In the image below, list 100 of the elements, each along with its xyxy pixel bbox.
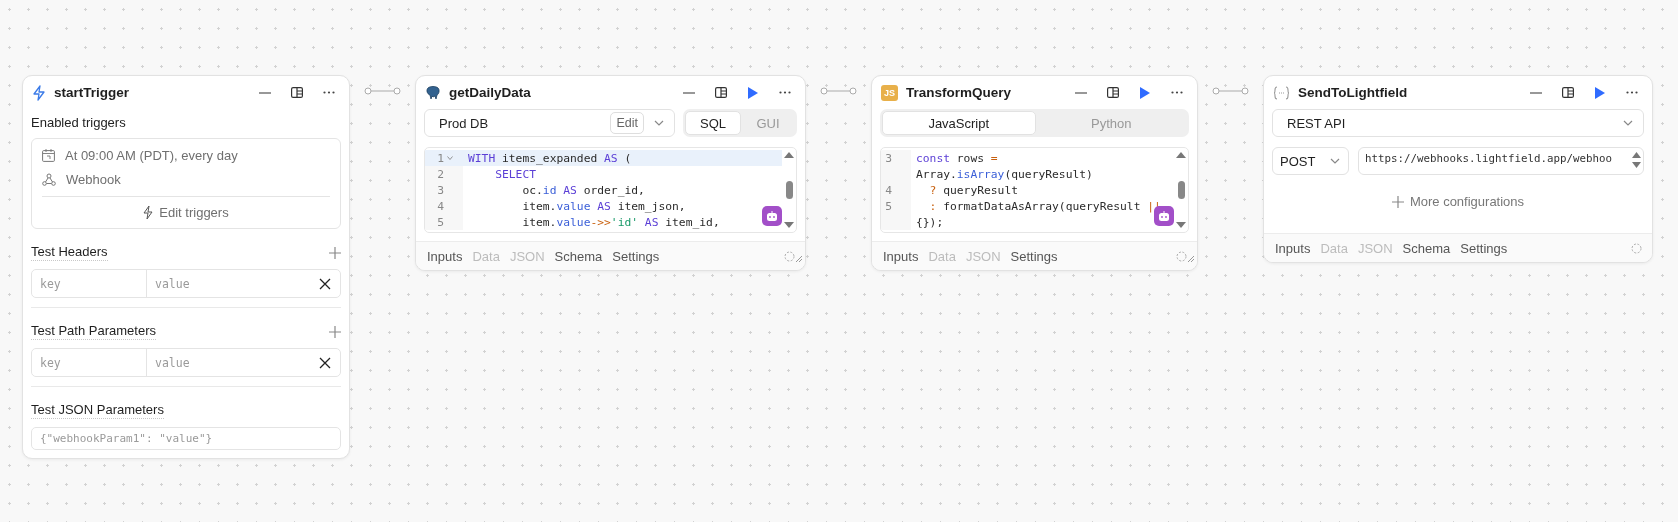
resource-select[interactable]: Prod DB Edit xyxy=(424,109,675,137)
play-icon xyxy=(748,86,758,99)
value-field[interactable]: value xyxy=(147,270,310,297)
panel-tab[interactable]: Settings xyxy=(612,248,660,264)
key-field[interactable]: key xyxy=(32,349,147,376)
node-title: TransformQuery xyxy=(906,85,1013,100)
line-number: 5 xyxy=(437,215,444,229)
resize-handle-icon[interactable] xyxy=(1187,254,1194,262)
code-line: oc.id AS order_id, xyxy=(521,183,645,197)
scroll-up-icon[interactable] xyxy=(784,151,794,158)
elephant-icon xyxy=(425,84,441,101)
line-number: 3 xyxy=(437,183,444,197)
robot-icon xyxy=(766,210,778,222)
lightning-icon xyxy=(32,84,46,101)
panel-tab[interactable]: Schema xyxy=(1402,240,1451,256)
chevron-down-icon xyxy=(1623,120,1633,126)
line-number: 4 xyxy=(885,183,892,197)
plus-icon[interactable] xyxy=(329,325,341,338)
minus-icon xyxy=(1075,91,1087,94)
more-configurations-button[interactable]: More configurations xyxy=(1385,193,1531,210)
more-icon xyxy=(1171,91,1183,94)
panel-tab[interactable]: Schema xyxy=(554,248,603,264)
side-panel-icon xyxy=(1107,87,1119,98)
edit-triggers-button[interactable]: Edit triggers xyxy=(42,196,330,228)
side-panel-icon xyxy=(291,87,303,98)
url-field[interactable]: https://webhooks.lightfield.app/webhoo xyxy=(1358,147,1644,175)
assistant-button[interactable] xyxy=(762,206,782,226)
resize-handle-icon[interactable] xyxy=(795,254,802,262)
value-field[interactable]: value xyxy=(147,349,310,376)
code-line: item.value->>'id' AS item_id, xyxy=(521,215,720,229)
code-line: const rows = xyxy=(915,151,998,165)
loading-icon xyxy=(784,250,795,262)
section-label: Enabled triggers xyxy=(31,114,127,132)
loading-icon xyxy=(1631,242,1642,254)
line-number: 3 xyxy=(885,151,892,165)
close-icon xyxy=(319,356,331,369)
code-line: ? queryResult xyxy=(928,183,1019,197)
scrollbar-thumb[interactable] xyxy=(1177,181,1185,199)
panel-tab[interactable]: Inputs xyxy=(427,248,463,264)
code-line: SELECT xyxy=(494,167,536,181)
key-value-field[interactable]: key value xyxy=(31,348,341,377)
scrollbar-thumb[interactable] xyxy=(785,181,793,199)
scroll-down-icon[interactable] xyxy=(1631,162,1641,168)
play-icon xyxy=(1140,86,1150,99)
scroll-down-icon[interactable] xyxy=(1176,222,1186,229)
webhook-icon xyxy=(42,172,56,186)
connector-line xyxy=(364,87,401,95)
side-panel-icon xyxy=(1562,87,1574,98)
plus-icon xyxy=(1391,195,1404,208)
close-icon xyxy=(319,277,331,290)
node-title: getDailyData xyxy=(449,85,532,100)
method-select[interactable]: POST xyxy=(1272,147,1349,175)
fold-icon[interactable] xyxy=(447,156,453,160)
minus-icon xyxy=(683,91,695,94)
code-line: item.value AS item_json, xyxy=(521,199,686,213)
chevron-down-icon xyxy=(654,120,664,126)
more-icon xyxy=(1626,91,1638,94)
panel-tab[interactable]: Inputs xyxy=(1275,240,1311,256)
scroll-down-icon[interactable] xyxy=(784,222,794,229)
line-number: 1 xyxy=(437,151,444,165)
line-number: 2 xyxy=(437,167,444,181)
side-panel-icon xyxy=(715,87,727,98)
section-title: Test Headers xyxy=(31,244,108,261)
connector-line xyxy=(1212,87,1249,95)
line-number: 5 xyxy=(885,199,892,213)
panel-tab[interactable]: Settings xyxy=(1010,248,1058,264)
more-icon xyxy=(323,91,335,94)
code-line: Array.isArray(queryResult) xyxy=(915,167,1093,181)
edit-button[interactable]: Edit xyxy=(610,112,644,134)
chevron-down-icon xyxy=(1330,158,1340,164)
mode-tab[interactable]: SQL xyxy=(685,111,741,135)
robot-icon xyxy=(1158,210,1170,222)
calendar-icon xyxy=(42,148,55,162)
line-gutter xyxy=(881,214,911,230)
key-field[interactable]: key xyxy=(32,270,147,297)
plus-icon[interactable] xyxy=(329,246,341,259)
minus-icon xyxy=(1530,91,1542,94)
code-line: WITH items_expanded AS ( xyxy=(467,151,632,165)
javascript-logo: JS xyxy=(881,84,898,101)
braces-icon xyxy=(1273,85,1290,100)
key-value-field[interactable]: key value xyxy=(31,269,341,298)
node-title: SendToLightfield xyxy=(1298,85,1409,100)
trigger-label: At 09:00 AM (PDT), every day xyxy=(65,147,238,163)
node-title: startTrigger xyxy=(54,85,131,100)
loading-icon xyxy=(1176,250,1187,262)
minus-icon xyxy=(259,91,271,94)
section-title: Test Path Parameters xyxy=(31,323,156,340)
play-icon xyxy=(1595,86,1605,99)
section-title: Test JSON Parameters xyxy=(31,402,164,419)
panel-tab[interactable]: Inputs xyxy=(883,248,919,264)
code-line: {}); xyxy=(915,215,944,229)
resource-select[interactable]: REST API xyxy=(1272,109,1644,137)
code-editor[interactable]: 1 WITH items_expanded AS ( 2 SELECT 3 oc.id AS order_id, 4 item.value AS item_json, 5 item.value->>'id' AS item_id, xyxy=(424,147,797,233)
scroll-up-icon[interactable] xyxy=(1631,152,1641,158)
panel-tab[interactable]: Settings xyxy=(1460,240,1508,256)
input-field[interactable]: {"webhookParam1": "value"} xyxy=(31,427,341,450)
scroll-up-icon[interactable] xyxy=(1176,151,1186,158)
mode-tab[interactable]: JavaScript xyxy=(882,111,1036,135)
trigger-label: Webhook xyxy=(66,171,121,187)
line-number: 4 xyxy=(437,199,444,213)
